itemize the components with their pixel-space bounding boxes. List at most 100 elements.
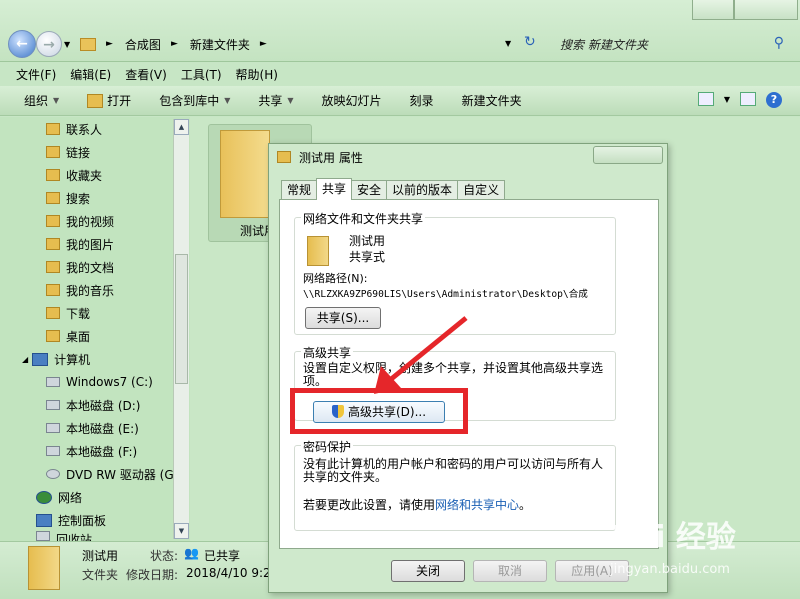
menu-view[interactable]: 查看(V) [125,66,167,83]
sidebar-item-label: 本地磁盘 (E:) [66,421,139,436]
sidebar-item-searches[interactable]: 搜索 [46,187,90,209]
details-type: 文件夹 [82,568,119,582]
sidebar-item-label: 搜索 [66,191,91,206]
change-prefix: 若要更改此设置，请使用 [303,498,436,512]
sidebar-item-dvd-drive[interactable]: DVD RW 驱动器 (G [46,463,174,485]
tab-sharing[interactable]: 共享 [316,178,353,200]
drive-icon [46,423,60,433]
include-in-library-button[interactable]: 包含到库中 ▼ [159,92,230,109]
network-sharing-center-link[interactable]: 网络和共享中心 [435,498,519,512]
close-button[interactable]: 关闭 [391,560,465,582]
tab-customize[interactable]: 自定义 [457,180,506,200]
tab-previous-versions[interactable]: 以前的版本 [386,180,459,200]
folder-icon [277,151,291,163]
sidebar-item-links[interactable]: 链接 [46,141,90,163]
sidebar-item-label: 我的图片 [66,237,115,252]
sidebar-item-label: 回收站 [56,533,93,541]
change-view-icon[interactable] [697,92,714,106]
sidebar-item-pictures[interactable]: 我的图片 [46,233,114,255]
tab-general[interactable]: 常规 [281,180,318,200]
slideshow-button[interactable]: 放映幻灯片 [322,92,382,109]
password-description: 没有此计算机的用户帐户和密码的用户可以访问与所有人共享的文件夹。 [303,457,604,484]
address-dropdown-icon[interactable]: ▼ [505,39,511,48]
sidebar-item-drive-c[interactable]: Windows7 (C:) [46,371,153,393]
change-suffix: 。 [519,498,532,512]
folder-icon [46,146,60,158]
scroll-thumb[interactable] [175,254,188,384]
sidebar-item-videos[interactable]: 我的视频 [46,210,114,232]
new-folder-button[interactable]: 新建文件夹 [462,92,522,109]
sidebar-item-documents[interactable]: 我的文档 [46,256,114,278]
sidebar-item-desktop[interactable]: 桌面 [46,325,90,347]
organize-label: 组织 [24,94,49,108]
sidebar-item-downloads[interactable]: 下载 [46,302,90,324]
large-folder-icon [220,130,270,218]
refresh-icon[interactable]: ↻ [524,34,536,50]
folder-icon [46,307,60,319]
share-button[interactable]: 共享(S)... [305,307,381,329]
sidebar-item-drive-f[interactable]: 本地磁盘 (F:) [46,440,137,462]
chevron-right-icon[interactable]: ► [171,39,178,49]
expand-arrow-icon[interactable]: ◢ [22,355,28,364]
breadcrumb-item[interactable]: 合成图 [125,36,161,53]
breadcrumb-item[interactable]: 新建文件夹 [190,36,250,53]
search-input[interactable]: 搜索 新建文件夹 ⚲ [548,32,794,56]
help-icon[interactable]: ? [766,92,782,108]
folder-thumbnail-icon [28,546,60,590]
tab-security[interactable]: 安全 [351,180,388,200]
minimize-button[interactable] [692,0,734,20]
folder-icon [46,284,60,296]
sidebar-item-drive-e[interactable]: 本地磁盘 (E:) [46,417,139,439]
organize-button[interactable]: 组织 ▼ [24,92,59,109]
sidebar-item-label: 收藏夹 [66,168,103,183]
sidebar-item-network[interactable]: 网络 [36,486,82,508]
address-bar[interactable]: ► 合成图 ► 新建文件夹 ► [76,32,516,56]
preview-pane-icon[interactable] [740,92,756,106]
sidebar-item-drive-d[interactable]: 本地磁盘 (D:) [46,394,140,416]
network-icon [36,490,52,504]
menu-file[interactable]: 文件(F) [16,66,56,83]
recent-pages-dropdown-icon[interactable]: ▼ [64,40,70,49]
burn-button[interactable]: 刻录 [410,92,434,109]
menu-edit[interactable]: 编辑(E) [70,66,111,83]
details-state-value: 已共享 [204,549,241,563]
sidebar-item-favorites[interactable]: 收藏夹 [46,164,102,186]
properties-dialog: 测试用 属性 常规 共享 安全 以前的版本 自定义 网络文件和文件夹共享 测试用… [268,143,668,593]
forward-button[interactable]: → [36,31,62,57]
control-panel-icon [36,513,52,527]
details-name: 测试用 [82,549,119,563]
scroll-up-arrow-icon[interactable]: ▲ [174,119,189,135]
folder-icon [46,238,60,250]
scroll-down-arrow-icon[interactable]: ▼ [174,523,189,539]
close-window-button[interactable] [734,0,798,20]
sidebar-item-control-panel[interactable]: 控制面板 [36,509,106,531]
open-icon [87,93,104,108]
sidebar-item-label: Windows7 (C:) [66,375,153,389]
menu-help[interactable]: 帮助(H) [236,66,278,83]
sidebar-item-label: 联系人 [66,122,103,137]
shared-users-icon: 👥 [184,546,199,560]
share-button[interactable]: 共享 ▼ [258,92,293,109]
advanced-sharing-description: 设置自定义权限，创建多个共享，并设置其他高级共享选项。 [303,361,604,388]
sidebar-item-recycle-bin[interactable]: 回收站 [36,531,92,541]
cancel-button[interactable]: 取消 [473,560,547,582]
sidebar-item-label: 我的视频 [66,214,115,229]
dialog-title-bar[interactable]: 测试用 属性 [269,144,667,170]
sidebar-item-computer[interactable]: ◢ 计算机 [22,348,90,370]
back-button[interactable]: ← [8,30,36,58]
view-dropdown-icon[interactable]: ▼ [724,95,730,108]
open-button[interactable]: 打开 [87,92,131,109]
drive-icon [46,377,60,387]
sidebar-item-label: 下载 [66,306,91,321]
share-type: 共享式 [349,250,386,264]
sidebar-item-music[interactable]: 我的音乐 [46,279,114,301]
explorer-header: ← → ▼ ► 合成图 ► 新建文件夹 ► ▼ ↻ 搜索 新建文件夹 ⚲ [0,0,800,62]
chevron-right-icon[interactable]: ► [260,39,267,49]
sidebar-scrollbar[interactable]: ▲ ▼ [173,119,189,539]
sidebar-item-contacts[interactable]: 联系人 [46,118,102,140]
menu-tools[interactable]: 工具(T) [181,66,222,83]
dialog-close-button[interactable] [593,146,663,164]
search-icon[interactable]: ⚲ [774,35,784,51]
chevron-right-icon[interactable]: ► [106,39,113,49]
baidu-watermark: Bai 经验 [612,520,736,555]
